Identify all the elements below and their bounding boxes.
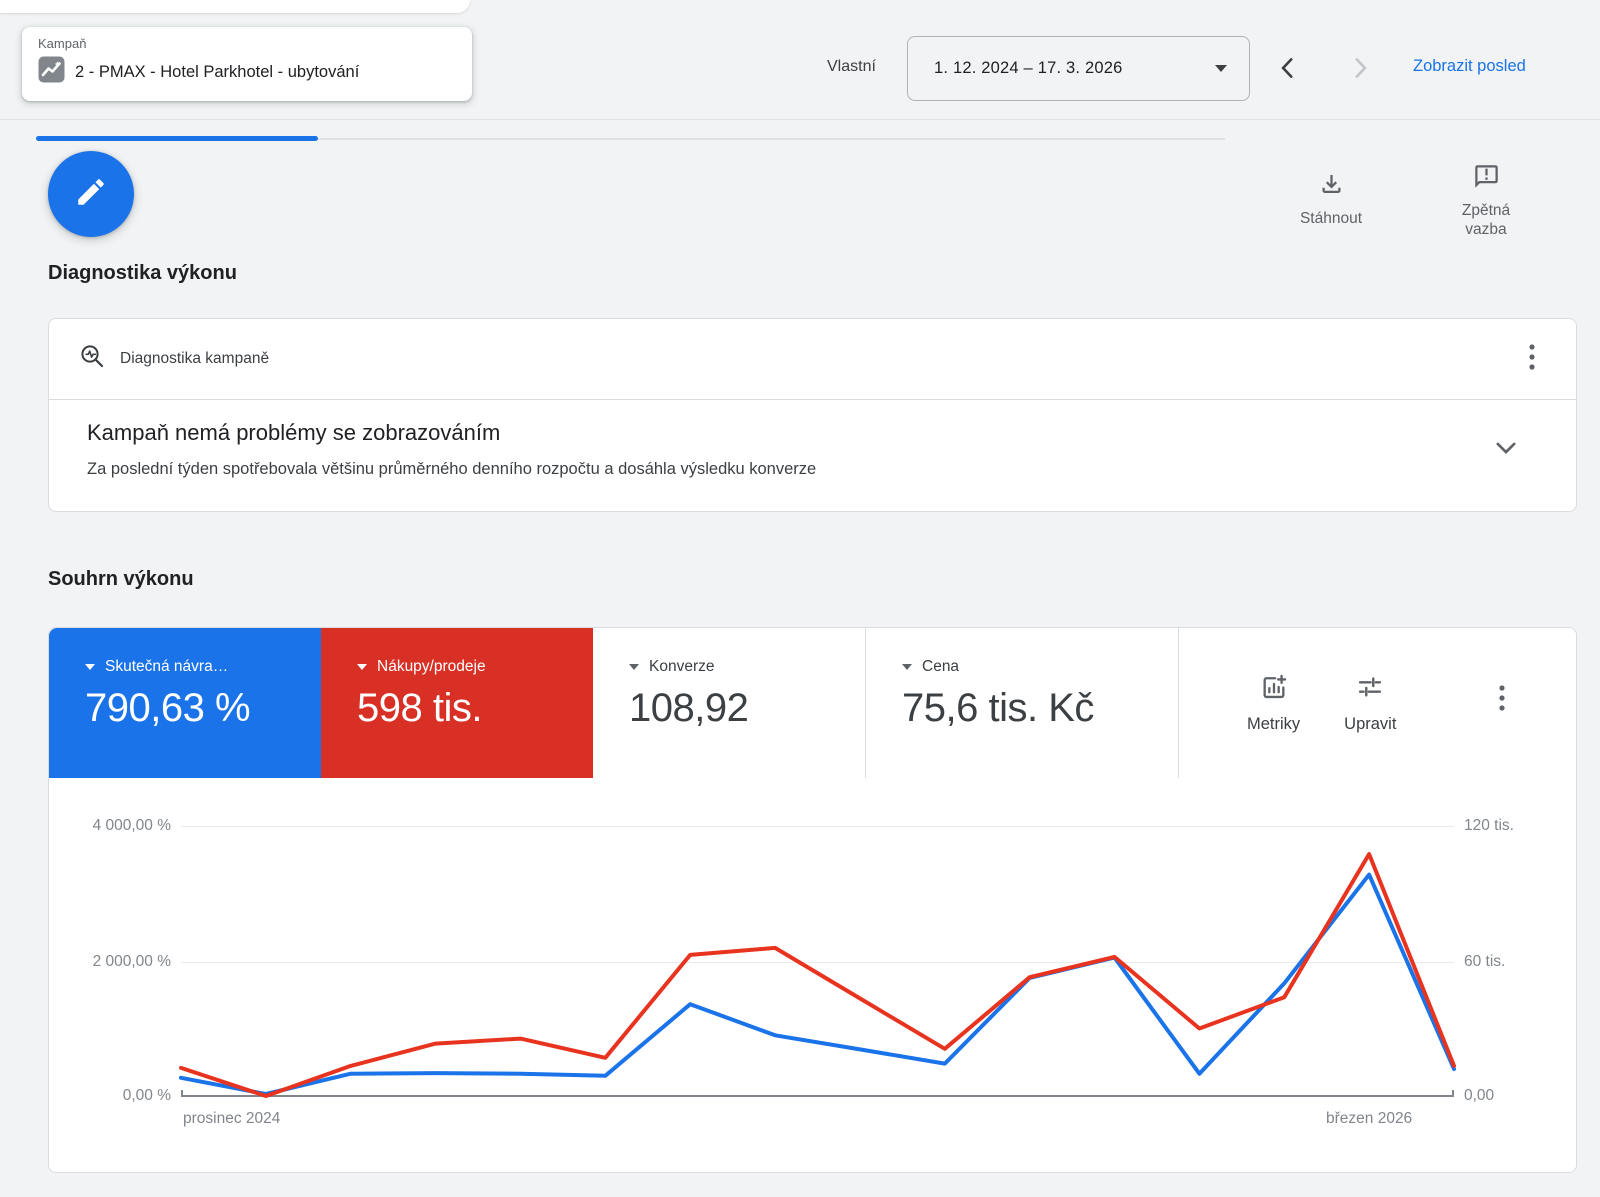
metric-label: Skutečná návra… xyxy=(105,658,228,676)
tune-sliders-icon xyxy=(1356,673,1384,706)
chevron-right-icon xyxy=(1347,55,1373,86)
metric-dropdown-icon xyxy=(902,664,912,670)
metric-value: 75,6 tis. Kč xyxy=(902,686,1168,731)
metric-dropdown-icon xyxy=(629,664,639,670)
date-mode-label: Vlastní xyxy=(827,58,876,76)
previous-period-button[interactable] xyxy=(1268,50,1308,90)
campaign-selector-label: Kampaň xyxy=(38,36,456,51)
edit-campaign-fab[interactable] xyxy=(48,151,134,237)
date-range-picker[interactable]: 1. 12. 2024 – 17. 3. 2026 xyxy=(907,36,1250,101)
download-label: Stáhnout xyxy=(1300,209,1362,228)
metric-value: 790,63 % xyxy=(85,686,311,731)
add-chart-icon xyxy=(1260,673,1288,706)
metric-value: 108,92 xyxy=(629,686,855,731)
metric-value: 598 tis. xyxy=(357,686,583,731)
top-panel-edge xyxy=(0,0,470,13)
dropdown-triangle-icon xyxy=(1215,65,1227,72)
diagnostics-expand-button[interactable] xyxy=(1484,428,1528,472)
feedback-label-line2: vazba xyxy=(1465,221,1506,238)
diagnostics-section-title: Diagnostika výkonu xyxy=(48,262,237,285)
metric-label: Cena xyxy=(922,658,959,676)
chevron-down-icon xyxy=(1492,434,1520,467)
performance-chart: 4 000,00 % 2 000,00 % 0,00 % 120 tis. 60… xyxy=(49,778,1578,1174)
diagnostics-card-title: Diagnostika kampaně xyxy=(120,350,1512,368)
metric-label: Konverze xyxy=(649,658,714,676)
diagnostics-overflow-menu-button[interactable] xyxy=(1512,339,1552,379)
active-tab-indicator xyxy=(36,136,318,141)
feedback-label-line1: Zpětná xyxy=(1462,202,1510,219)
header-divider xyxy=(0,119,1600,120)
show-latest-link[interactable]: Zobrazit posled xyxy=(1413,57,1526,76)
pencil-icon xyxy=(74,175,108,214)
diagnostics-scan-icon xyxy=(79,343,106,375)
series-line-red xyxy=(181,854,1454,1096)
chart-overflow-menu-button[interactable] xyxy=(1482,680,1522,720)
metrics-button[interactable]: Metriky xyxy=(1247,673,1300,734)
edit-chart-button[interactable]: Upravit xyxy=(1344,673,1396,734)
metric-tile-purchases[interactable]: Nákupy/prodeje 598 tis. xyxy=(321,628,593,778)
edit-button-label: Upravit xyxy=(1344,715,1396,734)
download-button[interactable]: Stáhnout xyxy=(1285,163,1377,228)
date-range-value: 1. 12. 2024 – 17. 3. 2026 xyxy=(934,59,1215,78)
feedback-icon xyxy=(1473,163,1500,195)
three-dot-menu-icon xyxy=(1499,685,1505,716)
metric-tile-cost[interactable]: Cena 75,6 tis. Kč xyxy=(866,628,1178,778)
metric-dropdown-icon xyxy=(85,664,95,670)
diagnostics-status-title: Kampaň nemá problémy se zobrazováním xyxy=(87,420,1552,446)
chart-series-canvas xyxy=(49,778,1578,1174)
chevron-left-icon xyxy=(1275,55,1301,86)
download-icon xyxy=(1318,171,1345,203)
metric-tile-roas[interactable]: Skutečná návra… 790,63 % xyxy=(49,628,321,778)
metrics-button-label: Metriky xyxy=(1247,715,1300,734)
metric-label: Nákupy/prodeje xyxy=(377,658,486,676)
summary-section-title: Souhrn výkonu xyxy=(48,568,194,591)
three-dot-menu-icon xyxy=(1529,344,1535,375)
campaign-performance-icon xyxy=(38,56,65,88)
diagnostics-status-detail: Za poslední týden spotřebovala většinu p… xyxy=(87,460,1552,479)
feedback-button[interactable]: Zpětná vazba xyxy=(1438,163,1534,240)
tab-track xyxy=(318,138,1225,140)
performance-summary-card: Skutečná návra… 790,63 % Nákupy/prodeje … xyxy=(48,627,1577,1173)
next-period-button[interactable] xyxy=(1340,50,1380,90)
metric-dropdown-icon xyxy=(357,664,367,670)
campaign-name: 2 - PMAX - Hotel Parkhotel - ubytování xyxy=(75,63,359,82)
metric-card-row: Skutečná návra… 790,63 % Nákupy/prodeje … xyxy=(49,628,1576,778)
campaign-diagnostics-card: Diagnostika kampaně Kampaň nemá problémy… xyxy=(48,318,1577,512)
campaign-selector[interactable]: Kampaň 2 - PMAX - Hotel Parkhotel - ubyt… xyxy=(22,27,472,101)
metric-tile-conversions[interactable]: Konverze 108,92 xyxy=(593,628,865,778)
